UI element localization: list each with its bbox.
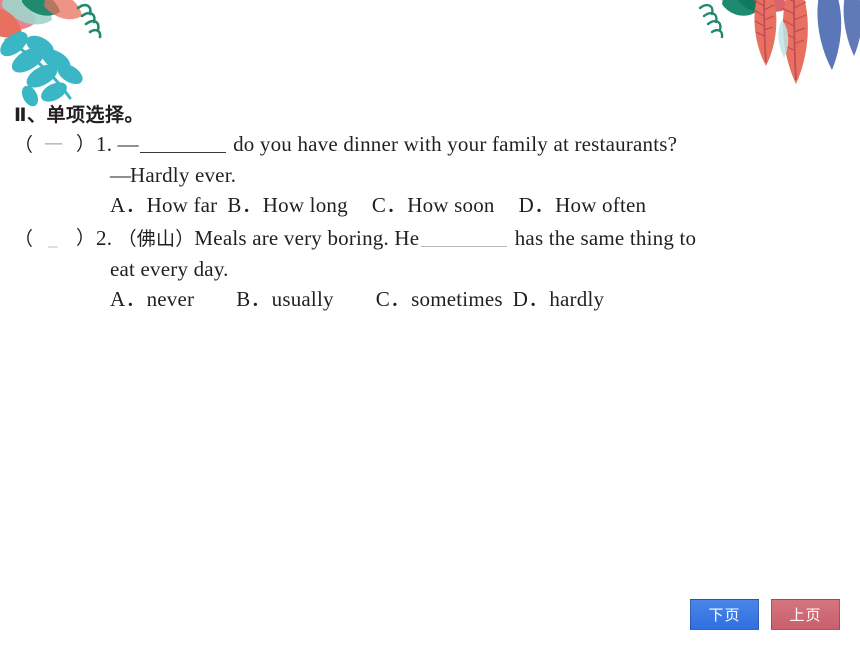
option-2-c-text[interactable]: sometimes — [411, 287, 503, 311]
option-1-a-text[interactable]: How far — [147, 193, 218, 217]
option-2-d-text[interactable]: hardly — [549, 287, 604, 311]
answer-mark: _ — [48, 229, 58, 250]
question-1-text: do you have dinner with your family at r… — [233, 132, 678, 156]
option-1-d-text[interactable]: How often — [555, 193, 646, 217]
option-2-c-letter: C． — [375, 287, 412, 311]
option-2-d-letter: D． — [512, 287, 550, 311]
next-page-button[interactable]: 下页 — [690, 599, 759, 630]
option-2-a-letter: A． — [110, 287, 147, 311]
dialogue-dash: — — [117, 132, 139, 156]
question-2-line-1: （ _ ） 2. （佛山）Meals are very boring. He h… — [14, 223, 696, 254]
question-1-line-1: （ 一 ） 1. — do you have dinner with your … — [14, 129, 677, 160]
option-1-c-letter: C． — [371, 193, 408, 217]
navigation-bar: 下页 上页 — [690, 599, 840, 630]
question-1: （ 一 ） 1. — do you have dinner with your … — [14, 129, 677, 220]
question-2: （ _ ） 2. （佛山）Meals are very boring. He h… — [14, 223, 696, 314]
page-title: Ⅱ、单项选择。 — [14, 104, 145, 126]
question-1-answer-text: Hardly ever. — [130, 163, 237, 187]
question-number: 1. — [96, 132, 113, 156]
question-2-text-cont: eat every day. — [110, 257, 229, 281]
paren-left: （ — [14, 134, 34, 156]
question-1-line-2: —Hardly ever. — [14, 160, 677, 190]
answer-bracket-1[interactable]: （ 一 ） — [14, 129, 96, 160]
paren-left: （ — [14, 228, 34, 250]
question-1-options: A．How far B．How long C．How soon D．How often — [14, 190, 677, 220]
question-number: 2. — [96, 226, 113, 250]
dialogue-dash-2: — — [110, 163, 131, 187]
answer-blank-2[interactable] — [421, 226, 508, 247]
option-1-a-letter: A． — [110, 193, 147, 217]
answer-bracket-2[interactable]: （ _ ） — [14, 223, 96, 254]
question-2-line-2: eat every day. — [14, 254, 696, 284]
question-2-text-before: Meals are very boring. He — [194, 226, 420, 250]
option-1-b-text[interactable]: How long — [263, 193, 348, 217]
question-2-options: A．never B．usually C．sometimes D．hardly — [14, 284, 696, 314]
option-1-c-text[interactable]: How soon — [407, 193, 494, 217]
paren-right: ） — [76, 133, 96, 155]
prev-page-button[interactable]: 上页 — [771, 599, 840, 630]
answer-blank-1[interactable] — [139, 132, 226, 153]
source-tag: （佛山） — [117, 228, 195, 250]
option-2-b-text[interactable]: usually — [272, 287, 334, 311]
answer-mark: 一 — [44, 135, 64, 156]
paren-right: ） — [76, 227, 96, 249]
worksheet-page: Ⅱ、单项选择。 （ 一 ） 1. — do you have dinner wi… — [0, 0, 860, 645]
option-2-b-letter: B． — [236, 287, 272, 311]
question-2-text-after: has the same thing to — [514, 226, 697, 250]
option-1-d-letter: D． — [518, 193, 556, 217]
option-2-a-text[interactable]: never — [147, 287, 195, 311]
option-1-b-letter: B． — [227, 193, 263, 217]
